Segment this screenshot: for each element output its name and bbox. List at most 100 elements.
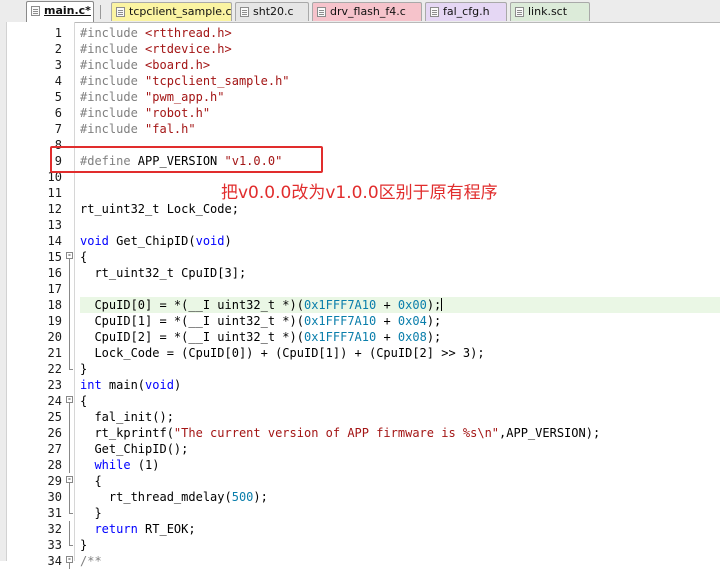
- code-line[interactable]: 24 {: [0, 393, 720, 409]
- code-token: ,APP_VERSION);: [499, 426, 601, 440]
- code-text: {: [80, 393, 87, 409]
- fold-toggle-icon[interactable]: [66, 473, 74, 489]
- fold-toggle-icon[interactable]: [66, 553, 74, 569]
- code-token: CpuID[1] = *(__I uint32_t *)(: [80, 314, 304, 328]
- line-number: 25: [47, 410, 62, 424]
- code-token: rt_kprintf(: [80, 426, 174, 440]
- code-token: rt_thread_mdelay(: [80, 490, 232, 504]
- code-line[interactable]: 22}: [0, 361, 720, 377]
- code-token: <board.h>: [145, 58, 211, 72]
- code-text: #include <board.h>: [80, 57, 210, 73]
- code-line[interactable]: 31 }: [0, 505, 720, 521]
- line-number: 18: [47, 298, 62, 312]
- code-token: CpuID[2] = *(__I uint32_t *)(: [80, 330, 304, 344]
- code-line[interactable]: 27 Get_ChipID();: [0, 441, 720, 457]
- code-token: RT_EOK;: [137, 522, 196, 536]
- fold-guide-icon: [66, 521, 74, 537]
- code-line[interactable]: 16 rt_uint32_t CpuID[3];: [0, 265, 720, 281]
- code-line[interactable]: 25 fal_init();: [0, 409, 720, 425]
- line-number: 26: [47, 426, 62, 440]
- code-token: );: [426, 298, 442, 312]
- code-token: {: [80, 394, 88, 408]
- code-token: #include: [80, 26, 146, 40]
- code-token: /**: [80, 554, 102, 568]
- code-token: CpuID[0] = *(__I uint32_t *)(: [80, 298, 304, 312]
- line-number: 32: [47, 522, 62, 536]
- code-token: 500: [231, 490, 254, 504]
- code-text: CpuID[1] = *(__I uint32_t *)(0x1FFF7A10 …: [80, 313, 441, 329]
- code-token: Get_ChipID(: [108, 234, 196, 248]
- fold-guide-icon: [66, 537, 74, 553]
- annotation-highlight-box: [50, 146, 323, 173]
- text-cursor: [441, 298, 443, 311]
- fold-toggle-icon[interactable]: [66, 393, 74, 409]
- code-token: "tcpclient_sample.h": [145, 74, 290, 88]
- code-token: int: [80, 378, 102, 392]
- code-token: <rtthread.h>: [145, 26, 232, 40]
- code-line[interactable]: 21 Lock_Code = (CpuID[0]) + (CpuID[1]) +…: [0, 345, 720, 361]
- code-token: ): [224, 234, 232, 248]
- code-line[interactable]: 5 #include "pwm_app.h": [0, 89, 720, 105]
- code-line[interactable]: 28 while (1): [0, 457, 720, 473]
- code-line[interactable]: 23 int main(void): [0, 377, 720, 393]
- tab-sht20-c[interactable]: sht20.c: [235, 2, 309, 21]
- editor-tab-bar: main.c* tcpclient_sample.c sht20.c drv_f…: [0, 0, 720, 23]
- fold-guide-icon: [66, 441, 74, 457]
- code-line[interactable]: 18 CpuID[0] = *(__I uint32_t *)(0x1FFF7A…: [48, 297, 720, 313]
- tab-label: link.sct: [528, 5, 568, 18]
- line-number: 29: [47, 474, 62, 488]
- code-line[interactable]: 3 #include <board.h>: [0, 57, 720, 73]
- code-token: 0x00: [397, 298, 427, 312]
- code-token: "robot.h": [145, 106, 211, 120]
- code-line[interactable]: 1 #include <rtthread.h>: [0, 25, 720, 41]
- code-line[interactable]: 29 {: [0, 473, 720, 489]
- tab-link-sct[interactable]: link.sct: [510, 2, 590, 21]
- line-number: 22: [47, 362, 62, 376]
- code-line[interactable]: 2 #include <rtdevice.h>: [0, 41, 720, 57]
- file-icon: [240, 7, 249, 17]
- line-number: 4: [54, 74, 62, 88]
- code-line[interactable]: 4 #include "tcpclient_sample.h": [0, 73, 720, 89]
- code-token: );: [426, 330, 442, 344]
- line-number: 28: [47, 458, 62, 472]
- fold-guide-icon: [66, 297, 74, 313]
- code-token: 0x08: [397, 330, 427, 344]
- code-line[interactable]: 26 rt_kprintf("The current version of AP…: [0, 425, 720, 441]
- code-line[interactable]: 30 rt_thread_mdelay(500);: [0, 489, 720, 505]
- code-text: #include <rtthread.h>: [80, 25, 232, 41]
- code-text: rt_uint32_t Lock_Code;: [80, 201, 239, 217]
- code-line[interactable]: 14 void Get_ChipID(void): [0, 233, 720, 249]
- line-number: 7: [54, 122, 62, 136]
- tab-label: sht20.c: [253, 5, 294, 18]
- code-text: while (1): [80, 457, 159, 473]
- code-line[interactable]: 6 #include "robot.h": [0, 105, 720, 121]
- code-line[interactable]: 20 CpuID[2] = *(__I uint32_t *)(0x1FFF7A…: [0, 329, 720, 345]
- code-token: main(: [101, 378, 146, 392]
- code-line[interactable]: 15 {: [0, 249, 720, 265]
- code-text: fal_init();: [80, 409, 173, 425]
- tab-main-c[interactable]: main.c*: [26, 1, 94, 22]
- code-token: }: [80, 538, 88, 552]
- code-token: #include: [80, 90, 146, 104]
- code-line[interactable]: 34 /**: [0, 553, 720, 569]
- tab-label: tcpclient_sample.c: [129, 5, 232, 18]
- code-line[interactable]: 19 CpuID[1] = *(__I uint32_t *)(0x1FFF7A…: [0, 313, 720, 329]
- code-token: }: [80, 362, 88, 376]
- code-line[interactable]: 17: [0, 281, 720, 297]
- code-line[interactable]: 32 return RT_EOK;: [0, 521, 720, 537]
- tab-drv-flash-f4-c[interactable]: drv_flash_f4.c: [312, 2, 422, 21]
- tab-tcpclient-sample-c[interactable]: tcpclient_sample.c: [111, 2, 232, 21]
- code-token: while: [94, 458, 131, 472]
- code-token: #include: [80, 58, 146, 72]
- code-token: rt_uint32_t Lock_Code;: [80, 202, 239, 216]
- tab-fal-cfg-h[interactable]: fal_cfg.h: [425, 2, 507, 21]
- tab-label: fal_cfg.h: [443, 5, 490, 18]
- code-line[interactable]: 7 #include "fal.h": [0, 121, 720, 137]
- code-line[interactable]: 13: [0, 217, 720, 233]
- code-token: (1): [130, 458, 160, 472]
- code-token: #include: [80, 106, 146, 120]
- fold-toggle-icon[interactable]: [66, 249, 74, 265]
- code-token: +: [376, 314, 398, 328]
- code-line[interactable]: 33}: [0, 537, 720, 553]
